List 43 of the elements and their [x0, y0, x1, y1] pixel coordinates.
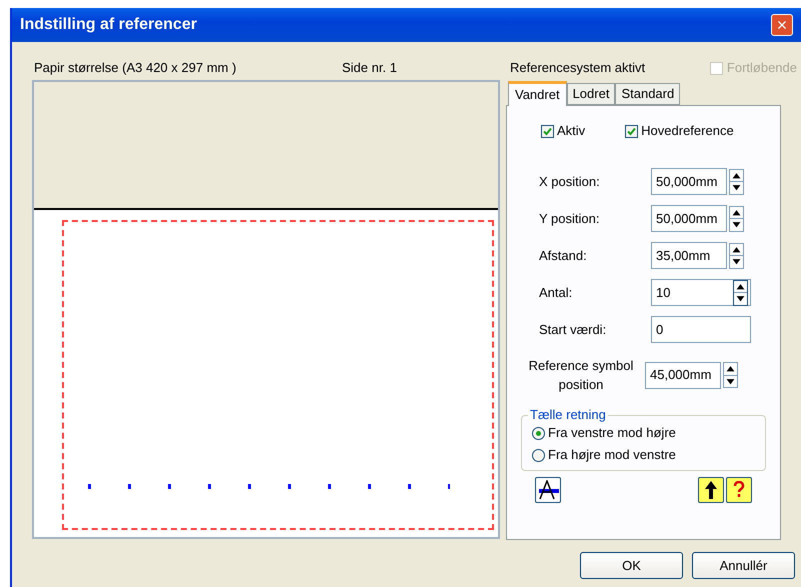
tab[interactable]: Standard	[615, 83, 680, 105]
checkbox-label: Aktiv	[557, 122, 586, 140]
page-number-label: Side nr. 1	[342, 59, 397, 78]
input-field[interactable]: 45,000mm	[645, 362, 721, 388]
checkbox[interactable]	[541, 124, 554, 138]
tab[interactable]: Vandret	[508, 81, 567, 106]
reference-system-label: Referencesystem aktivt	[510, 59, 646, 78]
dialog-button[interactable]: Annullér	[692, 552, 795, 579]
help-button[interactable]	[726, 477, 752, 503]
window-title: Indstilling af referencer	[20, 15, 197, 35]
radio-button[interactable]	[532, 426, 545, 440]
field-label: Afstand:	[538, 246, 588, 265]
spin-buttons[interactable]	[723, 362, 738, 388]
input-field[interactable]: 0	[651, 316, 751, 343]
input-field[interactable]: 10	[651, 279, 751, 306]
up-button[interactable]	[698, 477, 724, 503]
input-field[interactable]: 50,000mm	[651, 168, 727, 195]
paper-size-label: Papir størrelse (A3 420 x 297 mm )	[34, 59, 238, 78]
radio-label: Fra venstre mod højre	[548, 424, 676, 442]
tab[interactable]: Lodret	[566, 83, 616, 105]
group-title: Tælle retning	[528, 407, 608, 423]
font-button[interactable]	[535, 477, 561, 503]
spin-buttons[interactable]	[729, 168, 744, 194]
field-label: X position:	[538, 172, 601, 191]
radio-label: Fra højre mod venstre	[548, 446, 676, 464]
input-field[interactable]: 35,00mm	[651, 242, 727, 269]
radio-button[interactable]	[532, 448, 545, 462]
spin-buttons[interactable]	[729, 242, 744, 268]
field-label: Reference symbol position	[528, 357, 634, 394]
close-button[interactable]: ×	[771, 14, 793, 36]
checkbox-label: Fortløbende	[726, 59, 797, 78]
field-label: Y position:	[538, 210, 600, 228]
spin-buttons[interactable]	[729, 206, 744, 232]
input-field[interactable]: 50,000mm	[651, 205, 727, 232]
arrow-up-icon	[705, 481, 717, 499]
help-icon	[733, 481, 745, 499]
spin-buttons[interactable]	[733, 280, 748, 306]
field-label: Start værdi:	[538, 320, 608, 339]
field-label: Antal:	[538, 284, 574, 302]
checkbox[interactable]	[625, 124, 638, 138]
dialog-button[interactable]: OK	[580, 552, 683, 579]
letter-a-icon	[537, 480, 559, 500]
checkbox-label: Hovedreference	[641, 122, 734, 140]
